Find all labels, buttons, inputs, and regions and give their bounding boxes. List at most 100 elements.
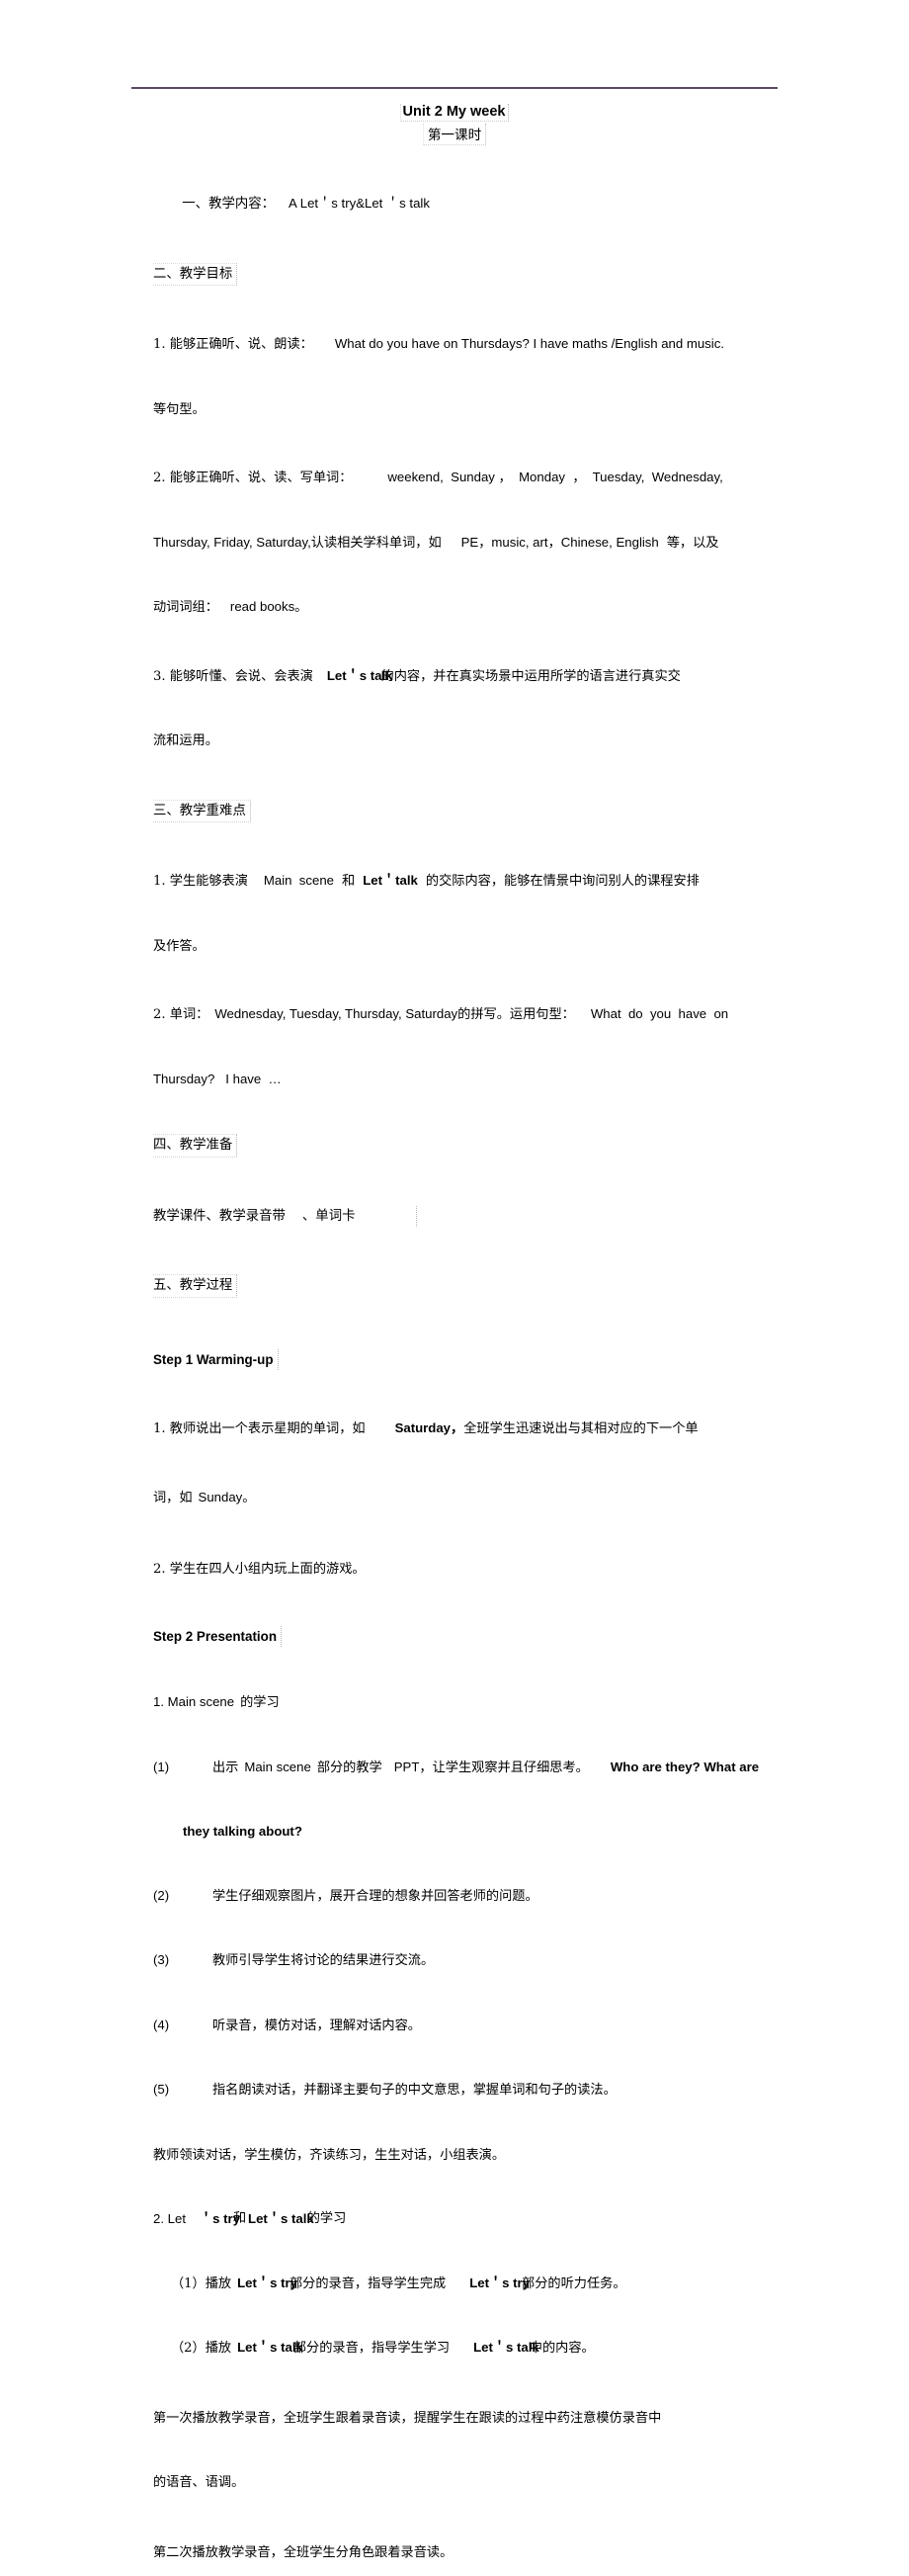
let-try-talk-study: 的学习 (306, 2211, 347, 2226)
section-objectives: 二、教学目标 (131, 241, 778, 307)
item-5-num: (5) (152, 2082, 170, 2097)
play-line-2-text: 的语音、语调。 (152, 2475, 245, 2490)
main-scene-label-cn: 的学习 (240, 1695, 280, 1710)
step-1-line-2: 词，如 Sunday。 (131, 1465, 778, 1530)
objective-2-line1: 2. 能够正确听、说、读、写单词： weekend, Sunday ， Monda… (131, 446, 778, 511)
let-sub-item-1: （1）播放 Let＇s try部分的录音，指导学生完成 Let＇s try部分的听力… (131, 2251, 778, 2316)
step-1-heading-row: Step 1 Warming-up (131, 1328, 778, 1392)
objective-2-verbphrase-label: 动词词组： (152, 600, 218, 615)
document-body: Unit 2 My week 第一课时 一、教学内容： A Let＇s try&L… (131, 103, 778, 2576)
objective-2-en: weekend, Sunday ， Monday ， Tuesday, Wedn… (387, 470, 723, 484)
main-scene-item-2: (2) 学生仔细观察图片，展开合理的想象并回答老师的问题。 (131, 1863, 778, 1929)
step-2-heading-row: Step 2 Presentation (131, 1604, 778, 1669)
main-scene-item-5: (5) 指名朗读对话，并翻译主要句子的中文意思，掌握单词和句子的读法。 (131, 2058, 778, 2123)
main-scene-item-1-wrap: they talking about? (131, 1800, 778, 1864)
step-1-heading: Step 1 Warming-up (153, 1348, 279, 1370)
objective-1-cn: 1. 能够正确听、说、朗读： (152, 337, 313, 352)
item-1-en-b: PPT， (393, 1759, 433, 1774)
sub-item-2-en-a: Let＇s talk (237, 2340, 303, 2355)
play-line-2: 的语音、语调。 (131, 2450, 778, 2516)
section-process: 五、教学过程 (131, 1253, 778, 1320)
item-1-cn-b: 部分的教学 (316, 1760, 382, 1775)
objective-2-line3: 动词词组： read books。 (131, 575, 778, 641)
objective-3-line1: 3. 能够听懂、会说、会表演 Let＇s talk的内容，并在真实场景中运用所学的… (131, 644, 778, 709)
prep-value: 教学课件、教学录音带 、单词卡 (153, 1205, 418, 1227)
focus-1-and: 和 (342, 874, 356, 889)
item-4-num: (4) (152, 2017, 170, 2032)
objective-3-body: 的内容，并在真实场景中运用所学的语言进行真实交 (380, 668, 681, 684)
objectives-label: 二、教学目标 (152, 262, 238, 286)
item-5-cn: 指名朗读对话，并翻译主要句子的中文意思，掌握单词和句子的读法。 (211, 2083, 617, 2098)
sub-item-2-cn-b: 中的内容。 (529, 2341, 595, 2356)
focus-2-mid: 的拼写。运用句型： (457, 1007, 575, 1022)
let-try-talk-num: 2. Let (152, 2211, 186, 2226)
objective-2-verbphrase: read books。 (229, 599, 308, 614)
header-rule (131, 87, 778, 89)
item-1-en-c: Who are they? What are (610, 1759, 760, 1774)
document-page: Unit 2 My week 第一课时 一、教学内容： A Let＇s try&L… (0, 0, 909, 2560)
main-scene-row: 1. Main scene 的学习 (131, 1671, 778, 1736)
item-3-num: (3) (152, 1952, 170, 1967)
let-try-talk-and: 和 (233, 2211, 247, 2226)
play-line-1: 第一次播放教学录音，全班学生跟着录音读，提醒学生在跟读的过程中药注意模仿录音中 (131, 2385, 778, 2450)
page-title: Unit 2 My week (399, 104, 510, 122)
subtitle-row: 第一课时 (131, 124, 778, 145)
objective-3-line2: 流和运用。 (131, 709, 778, 774)
focus-2-lead: 2. 单词： (152, 1007, 209, 1022)
objective-2-weekdays: Thursday, Friday, Saturday, (152, 534, 311, 550)
objective-1-tail: 等句型。 (152, 401, 206, 417)
page-subtitle: 第一课时 (422, 124, 487, 145)
focus-2-pattern: What do you have on (590, 1006, 729, 1021)
sub-item-1-label: （1）播放 (170, 2275, 232, 2291)
focus-1-mainscene: Main scene (263, 873, 334, 888)
item-1-wrap: they talking about? (182, 1824, 302, 1839)
process-label: 五、教学过程 (152, 1274, 238, 1298)
let-talk-label: Let＇s talk (248, 2211, 314, 2226)
focus-1-line1: 1. 学生能够表演 Main scene 和 Let＇talk 的交际内容，能够在情景中… (131, 849, 778, 914)
sub-item-1-en-b: Let＇s try (469, 2275, 531, 2290)
item-1-cn-a: 出示 (211, 1760, 239, 1775)
teaching-content-value: A Let＇s try&Let ＇s talk (289, 196, 430, 211)
focus-2-words: Wednesday, Tuesday, Thursday, Saturday (214, 1006, 458, 1021)
let-sub-item-2: （2）播放 Let＇s talk部分的录音，指导学生学习 Let＇s talk中的内… (131, 2316, 778, 2381)
focus-1-lettalk: Let＇talk (363, 873, 418, 888)
focus-1-tail: 及作答。 (152, 938, 206, 954)
focus-1-lead: 1. 学生能够表演 (152, 874, 248, 889)
step-1-line-2-cn-a: 词，如 (152, 1490, 193, 1505)
objective-2-line2: Thursday, Friday, Saturday,认读相关学科单词，如 PE，… (131, 510, 778, 575)
objective-1-en: What do you have on Thursdays? I have ma… (334, 336, 724, 351)
main-scene-item-1: (1) 出示 Main scene 部分的教学 PPT，让学生观察并且仔细思考。 Who … (131, 1735, 778, 1800)
after-items-text: 教师领读对话，学生模仿，齐读练习，生生对话，小组表演。 (152, 2147, 506, 2163)
main-scene-label-en: 1. Main scene (152, 1694, 235, 1709)
focus-label: 三、教学重难点 (152, 799, 251, 822)
section-focus: 三、教学重难点 (131, 778, 778, 844)
item-3-cn: 教师引导学生将讨论的结果进行交流。 (211, 1953, 435, 1968)
play-line-3: 第二次播放教学录音，全班学生分角色跟着录音读。 (131, 2520, 778, 2576)
sub-item-1-cn-a: 部分的录音，指导学生完成 (289, 2275, 447, 2291)
item-1-num: (1) (152, 1759, 170, 1774)
item-1-cn-c: 让学生观察并且仔细思考。 (432, 1760, 589, 1775)
step-1-line-3: 2. 学生在四人小组内玩上面的游戏。 (131, 1537, 778, 1602)
step-1-line-1-en: Saturday， (394, 1420, 464, 1435)
let-try-talk-heading: 2. Let ＇s try 和 Let＇s talk 的学习 (131, 2188, 778, 2252)
let-try-label: ＇s try (199, 2211, 241, 2226)
play-line-1-text: 第一次播放教学录音，全班学生跟着录音读，提醒学生在跟读的过程中药注意模仿录音中 (152, 2410, 662, 2426)
focus-2-line2: Thursday? I have … (131, 1047, 778, 1111)
objective-1-line1: 1. 能够正确听、说、朗读： What do you have on Thursd… (131, 312, 778, 378)
main-scene-item-4: (4) 听录音，模仿对话，理解对话内容。 (131, 1993, 778, 2058)
step-1-line-1: 1. 教师说出一个表示星期的单词，如 Saturday，全班学生迅速说出与其相对应… (131, 1397, 778, 1462)
step-1-line-2-en: Sunday。 (198, 1489, 256, 1504)
objective-3-tail: 流和运用。 (152, 733, 218, 748)
objective-1-line2: 等句型。 (131, 377, 778, 442)
step-1-line-1-cn-a: 1. 教师说出一个表示星期的单词，如 (152, 1421, 366, 1436)
prep-label: 四、教学准备 (152, 1134, 238, 1158)
objective-2-tail: 等，以及 (666, 535, 719, 551)
after-items-line: 教师领读对话，学生模仿，齐读练习，生生对话，小组表演。 (131, 2122, 778, 2188)
sub-item-2-cn-a: 部分的录音，指导学生学习 (292, 2341, 451, 2356)
sub-item-1-cn-b: 部分的听力任务。 (522, 2275, 626, 2291)
sub-item-2-label: （2）播放 (170, 2341, 232, 2356)
sub-item-2-en-b: Let＇s talk (473, 2340, 539, 2355)
item-1-en-a: Main scene (244, 1759, 311, 1774)
prep-value-row: 教学课件、教学录音带 、单词卡 (131, 1183, 778, 1248)
sub-item-1-en-a: Let＇s try (237, 2275, 297, 2290)
